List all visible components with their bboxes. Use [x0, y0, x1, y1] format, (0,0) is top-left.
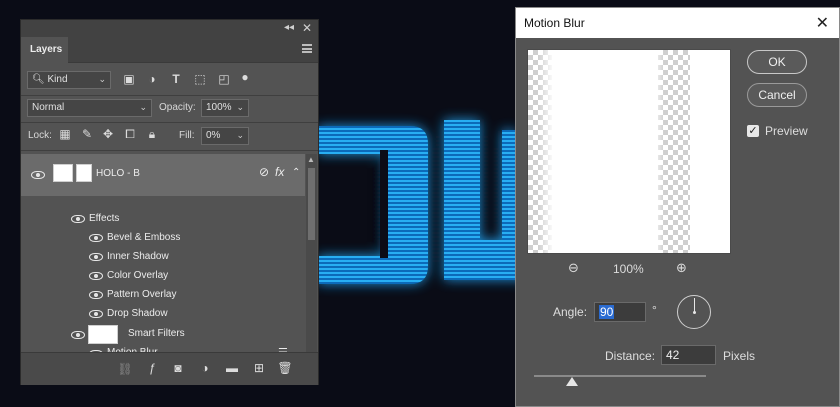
ok-button[interactable]: OK — [747, 50, 807, 74]
zoom-out-icon[interactable]: ⊖ — [568, 260, 579, 276]
angle-label: Angle: — [553, 305, 588, 319]
blend-mode-select[interactable]: Normal ⌄ — [27, 99, 152, 117]
lock-label: Lock: — [28, 130, 52, 141]
panel-menu-icon[interactable] — [302, 44, 312, 53]
effects-header[interactable]: Effects — [89, 213, 119, 224]
panel-titlebar: ◂◂ ✕ — [21, 20, 318, 37]
layers-bottom-toolbar: ⛓ ƒ ◙ ◑ ▬ ⊞ 🗑︎ — [21, 352, 318, 385]
smart-object-filter-icon[interactable]: ◰ — [216, 72, 232, 86]
lock-transparent-icon[interactable]: ▦ — [57, 127, 73, 141]
effect-eye-icon[interactable] — [89, 253, 103, 261]
smart-filters-label[interactable]: Smart Filters — [128, 328, 185, 339]
effect-color-overlay[interactable]: Color Overlay — [107, 270, 168, 281]
motion-blur-dialog: Motion Blur ✕ ⊖ 100% ⊕ OK Cancel ✓ Previ… — [515, 7, 840, 407]
distance-slider-thumb[interactable] — [565, 377, 578, 386]
preview-label: Preview — [765, 124, 808, 138]
zoom-in-icon[interactable]: ⊕ — [676, 260, 687, 276]
lock-image-icon[interactable]: ✎ — [79, 127, 95, 141]
effect-drop-shadow[interactable]: Drop Shadow — [107, 308, 168, 319]
effect-inner-shadow[interactable]: Inner Shadow — [107, 251, 169, 262]
layer-name[interactable]: HOLO - B — [96, 168, 140, 179]
new-group-icon[interactable]: ▬ — [224, 361, 240, 375]
distance-unit: Pixels — [723, 349, 756, 363]
layers-list: HOLO - B ⊘ fx ⌃ Effects Bevel & Emboss I… — [21, 154, 305, 361]
effect-eye-icon[interactable] — [89, 291, 103, 299]
distance-input[interactable]: 42 — [661, 345, 716, 365]
lock-position-icon[interactable]: ✥ — [100, 127, 116, 141]
collapse-icon[interactable]: ◂◂ — [284, 22, 294, 33]
filter-preview[interactable] — [527, 49, 731, 254]
effect-eye-icon[interactable] — [89, 272, 103, 280]
visibility-eye-icon[interactable] — [31, 171, 45, 179]
chevron-down-icon: ⌄ — [236, 102, 244, 112]
effect-eye-icon[interactable] — [89, 234, 103, 242]
add-mask-icon[interactable]: ◙ — [170, 361, 186, 375]
new-layer-icon[interactable]: ⊞ — [251, 361, 267, 375]
filter-kind-select[interactable]: 🔍︎ Kind ⌄ — [27, 71, 111, 89]
layer-style-indicator-icon[interactable]: ⊘ — [259, 165, 269, 179]
lock-artboard-icon[interactable]: ⧠ — [122, 127, 138, 142]
divider — [21, 95, 318, 96]
distance-label: Distance: — [605, 349, 656, 363]
degree-unit: ° — [652, 303, 657, 317]
divider — [21, 150, 318, 151]
tab-layers[interactable]: Layers — [21, 37, 68, 63]
chevron-down-icon: ⌄ — [236, 130, 244, 140]
preview-blur-edge — [538, 50, 554, 253]
shape-filter-icon[interactable]: ⬚ — [192, 72, 208, 86]
filter-toggle-icon[interactable]: ● — [237, 70, 253, 84]
dialog-title: Motion Blur — [524, 16, 585, 30]
panel-tabs: Layers — [21, 37, 318, 63]
search-icon: 🔍︎ — [32, 74, 45, 85]
fill-label: Fill: — [179, 130, 195, 141]
close-icon[interactable]: ✕ — [302, 21, 312, 35]
preview-blur-edge — [652, 50, 664, 253]
type-filter-icon[interactable]: T — [168, 72, 184, 86]
effects-eye-icon[interactable] — [71, 215, 85, 223]
lock-all-icon[interactable]: 🔒︎ — [144, 127, 160, 142]
smart-filter-mask-thumbnail — [76, 164, 92, 182]
scroll-up-icon[interactable]: ▲ — [307, 155, 315, 164]
layers-scrollbar[interactable]: ▲ ▼ — [306, 154, 317, 361]
new-adjustment-icon[interactable]: ◑ — [197, 361, 213, 375]
preview-checkbox[interactable]: ✓ — [747, 125, 759, 137]
effect-bevel-emboss[interactable]: Bevel & Emboss — [107, 232, 180, 243]
distance-slider-track[interactable] — [534, 375, 706, 377]
close-icon[interactable]: ✕ — [816, 13, 829, 33]
fx-icon[interactable]: fx — [275, 165, 284, 179]
effect-eye-icon[interactable] — [89, 310, 103, 318]
delete-layer-icon[interactable]: 🗑︎ — [277, 361, 293, 375]
layers-panel: ◂◂ ✕ Layers 🔍︎ Kind ⌄ ▣ ◑ T ⬚ ◰ ● Normal… — [20, 19, 319, 385]
image-filter-icon[interactable]: ▣ — [121, 72, 137, 86]
cancel-button[interactable]: Cancel — [747, 83, 807, 107]
adjustment-filter-icon[interactable]: ◑ — [144, 72, 160, 86]
divider — [21, 122, 318, 123]
chevron-down-icon: ⌄ — [98, 74, 106, 84]
scroll-thumb[interactable] — [308, 168, 315, 240]
opacity-input[interactable]: 100% ⌄ — [201, 99, 249, 117]
layer-thumbnail — [53, 164, 73, 182]
effect-pattern-overlay[interactable]: Pattern Overlay — [107, 289, 176, 300]
link-layers-icon[interactable]: ⛓ — [117, 362, 133, 376]
angle-input[interactable]: 90 — [594, 302, 646, 322]
opacity-label: Opacity: — [159, 102, 196, 113]
chevron-down-icon: ⌄ — [139, 102, 147, 112]
fill-input[interactable]: 0% ⌄ — [201, 127, 249, 145]
smart-filters-eye-icon[interactable] — [71, 331, 85, 339]
collapse-effects-icon[interactable]: ⌃ — [292, 167, 300, 178]
neon-letters — [318, 120, 532, 284]
add-style-fx-icon[interactable]: ƒ — [144, 361, 160, 375]
smart-filter-mask[interactable] — [88, 325, 118, 344]
zoom-level: 100% — [613, 262, 644, 276]
dialog-titlebar: Motion Blur ✕ — [516, 8, 839, 38]
angle-dial[interactable] — [677, 295, 711, 329]
